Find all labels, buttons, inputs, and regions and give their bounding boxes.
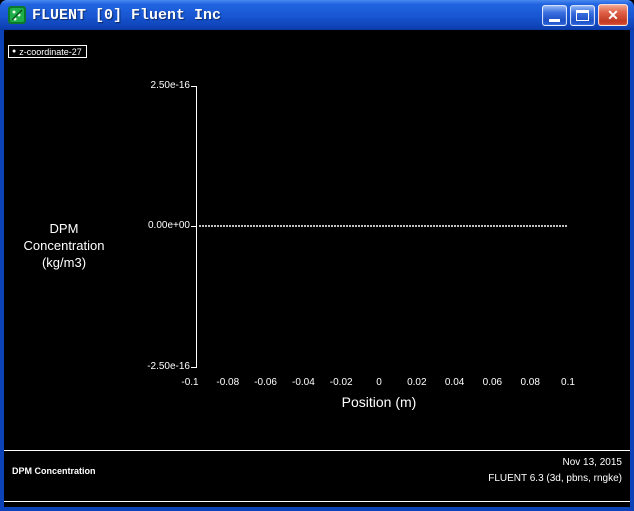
y-axis-line	[196, 86, 197, 368]
footer-plot-title: DPM Concentration	[12, 466, 96, 476]
footer-separator-bottom	[4, 501, 630, 502]
maximize-button[interactable]	[570, 4, 595, 26]
x-tick-label: 0.1	[561, 377, 575, 388]
close-icon: ✕	[607, 7, 619, 23]
footer-version: FLUENT 6.3 (3d, pbns, rngke)	[488, 473, 622, 484]
fluent-logo-icon	[8, 6, 26, 24]
window-controls: ✕	[542, 4, 628, 26]
x-axis-tick-labels: -0.1 -0.08 -0.06 -0.04 -0.02 0 0.02 0.04 0.06 0.0…	[4, 377, 630, 391]
y-tick-mark	[191, 86, 196, 87]
legend-dot-icon: ●	[12, 48, 17, 55]
y-tick-label: -2.50e-16	[147, 361, 190, 372]
footer-separator-top	[4, 450, 630, 451]
y-axis-title-line: DPM	[49, 221, 79, 236]
y-tick-label: 2.50e-16	[150, 80, 190, 91]
plot-canvas: ● z-coordinate-27 2.50e-16 0.00e+00 -2.5…	[4, 30, 630, 507]
window-title: FLUENT [0] Fluent Inc	[32, 6, 222, 24]
minimize-button[interactable]	[542, 4, 567, 26]
close-button[interactable]: ✕	[598, 4, 628, 26]
fluent-window: FLUENT [0] Fluent Inc ✕ ● z-coordinate-2…	[0, 0, 634, 511]
maximize-icon	[576, 9, 589, 21]
y-axis-title: DPM Concentration (kg/m3)	[6, 220, 122, 271]
x-axis-label: Position (m)	[341, 394, 417, 410]
legend: ● z-coordinate-27	[8, 45, 87, 58]
data-series-dots	[4, 225, 630, 227]
footer-date: Nov 13, 2015	[562, 457, 623, 468]
legend-series-label: z-coordinate-27	[19, 46, 82, 57]
y-tick-mark	[191, 367, 196, 368]
y-axis-title-line: (kg/m3)	[41, 255, 87, 270]
title-bar[interactable]: FLUENT [0] Fluent Inc ✕	[0, 0, 634, 30]
minimize-icon	[549, 18, 560, 22]
y-axis-title-line: Concentration	[23, 238, 105, 253]
